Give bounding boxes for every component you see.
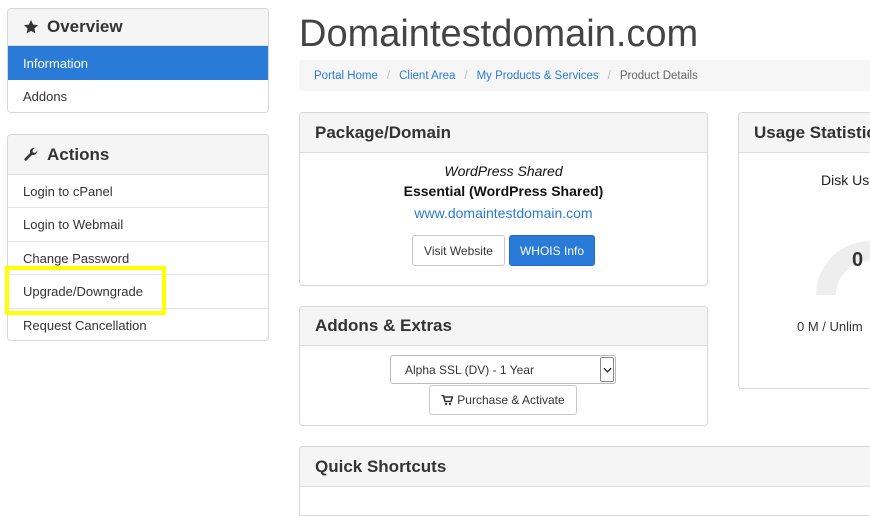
- usage-header: Usage Statistics: [739, 113, 870, 153]
- sidebar-item-label: Addons: [23, 89, 68, 104]
- shortcuts-panel: Quick Shortcuts: [299, 446, 870, 516]
- whois-info-button[interactable]: WHOIS Info: [509, 235, 595, 266]
- sidebar-item-label: Login to cPanel: [23, 183, 113, 199]
- actions-header: Actions: [8, 135, 268, 175]
- overview-header: Overview: [8, 9, 268, 46]
- sidebar-item-label: Login to Webmail: [23, 217, 124, 232]
- actions-title: Actions: [47, 144, 110, 164]
- overview-panel: Overview Information Addons: [7, 8, 269, 113]
- addons-panel: Addons & Extras Alpha SSL (DV) - 1 Year …: [299, 306, 708, 426]
- disk-usage-detail: 0 M / Unlim: [797, 319, 863, 334]
- usage-title: Usage Statistics: [754, 122, 870, 142]
- purchase-activate-button[interactable]: Purchase & Activate: [429, 385, 577, 415]
- sidebar-item-label: Request Cancellation: [23, 318, 147, 333]
- breadcrumb-separator: /: [464, 69, 468, 82]
- visit-website-button[interactable]: Visit Website: [412, 235, 505, 266]
- disk-usage-label: Disk Us: [821, 172, 870, 188]
- disk-usage-value: 0: [852, 249, 864, 271]
- disk-usage-gauge: [816, 241, 870, 296]
- sidebar-item-label: Change Password: [23, 250, 130, 266]
- wrench-icon: [24, 147, 38, 161]
- usage-panel: Usage Statistics Disk Us 0 0 M / Unlim: [738, 112, 870, 389]
- sidebar-item-label: Information: [23, 55, 89, 71]
- sidebar-item-addons[interactable]: Addons: [8, 80, 268, 112]
- cart-icon: [441, 394, 454, 405]
- domain-link[interactable]: www.domaintestdomain.com: [300, 205, 707, 221]
- breadcrumb: Portal Home / Client Area / My Products …: [299, 60, 870, 91]
- package-title: Package/Domain: [315, 122, 452, 142]
- package-panel: Package/Domain WordPress Shared Essentia…: [299, 112, 708, 286]
- breadcrumb-my-products[interactable]: My Products & Services: [477, 70, 599, 82]
- breadcrumb-separator: /: [386, 69, 391, 82]
- product-name: Essential (WordPress Shared): [403, 183, 604, 199]
- overview-title: Overview: [47, 17, 123, 36]
- breadcrumb-separator: /: [607, 69, 611, 82]
- page-title: Domaintestdomain.com: [299, 13, 699, 55]
- breadcrumb-client-area[interactable]: Client Area: [399, 70, 455, 82]
- addon-select[interactable]: Alpha SSL (DV) - 1 Year: [390, 355, 616, 384]
- breadcrumb-portal-home[interactable]: Portal Home: [314, 70, 378, 82]
- sidebar-item-login-cpanel[interactable]: Login to cPanel: [8, 175, 268, 208]
- highlight-box: [5, 266, 166, 315]
- package-header: Package/Domain: [300, 113, 707, 153]
- star-icon: [24, 20, 38, 34]
- addon-select-value: Alpha SSL (DV) - 1 Year: [405, 362, 534, 377]
- addons-header: Addons & Extras: [300, 307, 707, 346]
- chevron-down-icon: [600, 357, 614, 382]
- breadcrumb-product-details: Product Details: [619, 69, 698, 82]
- product-group: WordPress Shared: [444, 163, 563, 179]
- purchase-label: Purchase & Activate: [457, 393, 565, 407]
- sidebar-item-login-webmail[interactable]: Login to Webmail: [8, 208, 268, 242]
- sidebar-item-information[interactable]: Information: [8, 46, 268, 80]
- shortcuts-header: Quick Shortcuts: [300, 447, 870, 487]
- addons-title: Addons & Extras: [315, 316, 452, 335]
- shortcuts-title: Quick Shortcuts: [315, 456, 447, 476]
